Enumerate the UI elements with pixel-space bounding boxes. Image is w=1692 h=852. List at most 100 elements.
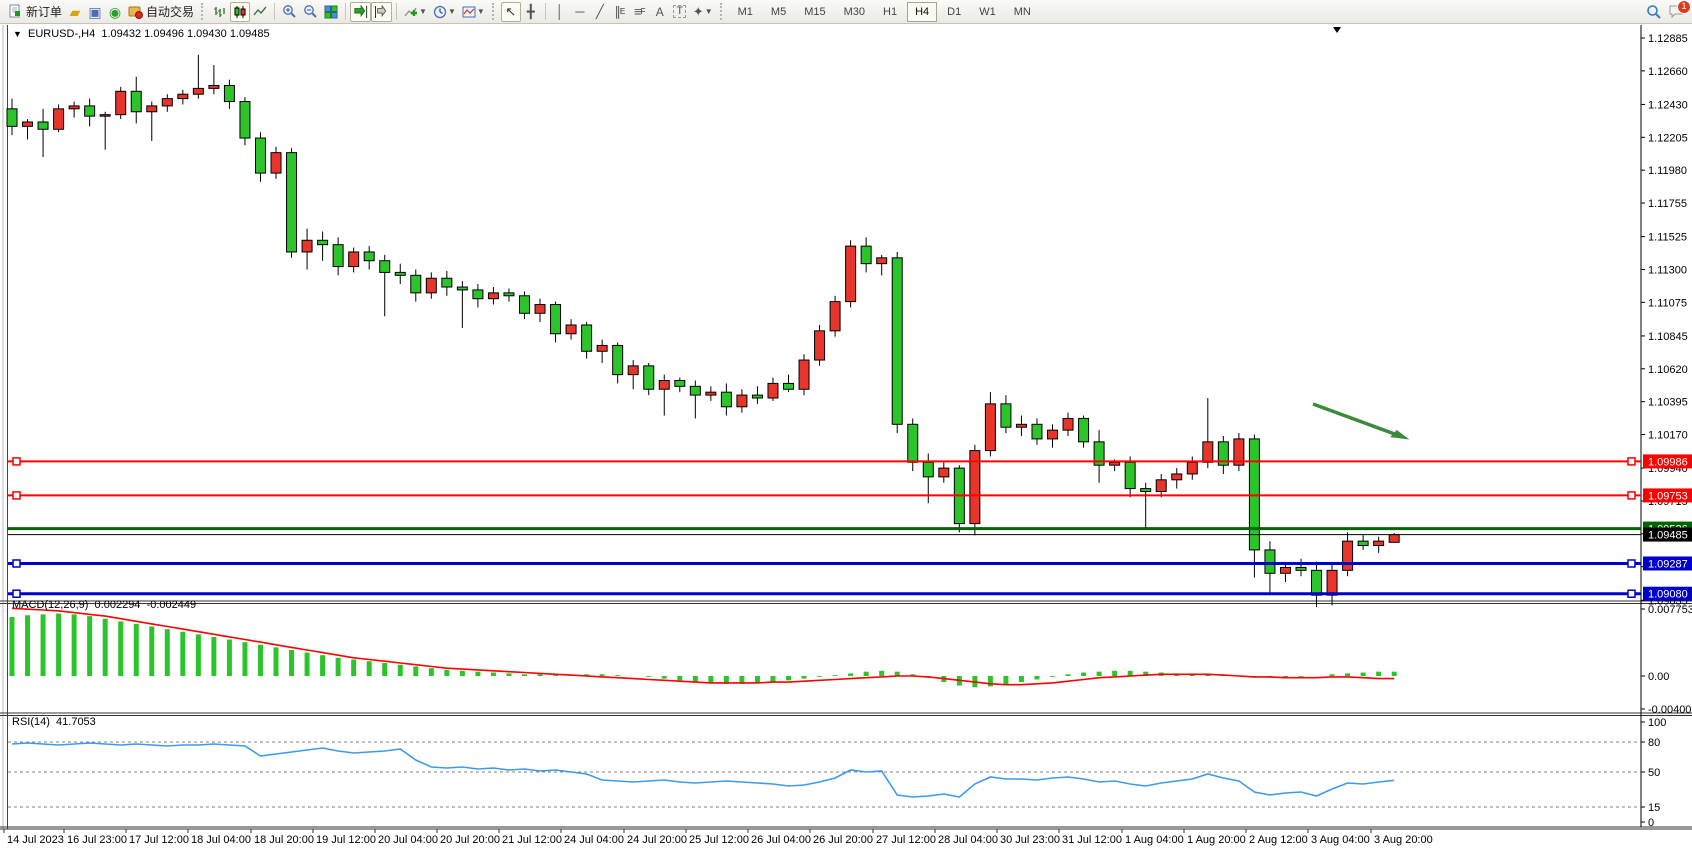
- price-tick-label: 1.11300: [1648, 264, 1687, 276]
- zoom-in-button[interactable]: [279, 2, 300, 22]
- candle: [178, 94, 188, 98]
- auto-scroll-button[interactable]: [350, 2, 371, 22]
- tab-mn[interactable]: MN: [1006, 2, 1039, 22]
- line-handle[interactable]: [13, 590, 20, 597]
- arrows-tool-button[interactable]: ✦▼: [690, 2, 716, 22]
- candle: [1374, 541, 1384, 545]
- time-axis[interactable]: 14 Jul 202316 Jul 23:0017 Jul 12:0018 Ju…: [4, 829, 1433, 846]
- candle: [768, 383, 778, 398]
- rsi-tick-label: 100: [1648, 717, 1666, 729]
- resistance-line-2[interactable]: 1.09753: [8, 488, 1692, 502]
- tab-w1[interactable]: W1: [971, 2, 1004, 22]
- macd-axis[interactable]: 0.0077530.00-0.004007: [1641, 604, 1692, 716]
- mt4-window: 新订单 ▰ ▣ ◉ 自动交易: [0, 0, 1692, 852]
- candle: [1156, 480, 1166, 492]
- chevron-down-icon: ▼: [419, 8, 427, 16]
- candle: [395, 272, 405, 275]
- candle: [706, 392, 716, 395]
- support-line-blue-1[interactable]: 1.09287: [8, 556, 1692, 570]
- tab-m30[interactable]: M30: [836, 2, 873, 22]
- cursor-button[interactable]: ↖: [501, 2, 521, 22]
- tab-h1[interactable]: H1: [875, 2, 905, 22]
- rsi-tick-label: 0: [1648, 817, 1654, 829]
- toolbar-drag-handle[interactable]: [492, 3, 497, 20]
- chart-shift-marker[interactable]: [1333, 27, 1341, 33]
- tab-m1[interactable]: M1: [730, 2, 761, 22]
- candle: [69, 106, 79, 109]
- candle: [1079, 418, 1089, 441]
- line-chart-button[interactable]: [250, 2, 270, 22]
- line-handle[interactable]: [13, 458, 20, 465]
- label-tool-button[interactable]: T: [670, 2, 690, 22]
- indicators-button[interactable]: ▼: [401, 2, 430, 22]
- candle: [426, 278, 436, 293]
- candle: [1296, 567, 1306, 570]
- candle: [1249, 439, 1259, 550]
- time-tick-label: 28 Jul 04:00: [938, 834, 998, 846]
- horizontal-line-button[interactable]: ─: [570, 2, 590, 22]
- resistance-line-1[interactable]: 1.09986: [8, 454, 1692, 468]
- price-tick-label: 1.10395: [1648, 397, 1688, 409]
- support-line-green[interactable]: 1.09526: [8, 522, 1692, 536]
- vertical-line-button[interactable]: │: [550, 2, 570, 22]
- periods-button[interactable]: ▼: [430, 2, 459, 22]
- crosshair-button[interactable]: ╋: [521, 2, 541, 22]
- candles-layer: [7, 55, 1399, 607]
- chart-shift-button[interactable]: [371, 2, 392, 22]
- navigator-icon: ◉: [109, 5, 121, 19]
- candlestick-chart-button[interactable]: [230, 2, 250, 22]
- notifications-button[interactable]: 1: [1665, 2, 1687, 22]
- profile-button[interactable]: ▰: [65, 2, 85, 22]
- trendline-button[interactable]: ╱: [590, 2, 610, 22]
- bar-chart-icon: [213, 5, 227, 19]
- terminal-button[interactable]: ▣: [85, 2, 105, 22]
- chart-dropdown-arrow[interactable]: ▼: [13, 29, 22, 39]
- zoom-out-button[interactable]: [300, 2, 321, 22]
- candle: [1312, 570, 1322, 595]
- candle: [54, 109, 64, 129]
- trend-arrow-annotation[interactable]: [1313, 404, 1409, 439]
- toolbar-drag-handle[interactable]: [720, 3, 725, 20]
- candle: [488, 293, 498, 299]
- candle: [193, 88, 203, 94]
- bar-chart-button[interactable]: [210, 2, 230, 22]
- text-tool-button[interactable]: A: [650, 2, 670, 22]
- support-line-blue-2[interactable]: 1.09080: [8, 587, 1692, 601]
- toolbar-drag-handle[interactable]: [201, 3, 206, 20]
- auto-trading-button[interactable]: 自动交易: [125, 2, 197, 22]
- line-handle[interactable]: [1628, 458, 1635, 465]
- macd-main-value: 0.002294: [95, 599, 141, 611]
- time-tick-label: 18 Jul 04:00: [191, 834, 251, 846]
- fibonacci-button[interactable]: ≡F: [630, 2, 650, 22]
- price-axis[interactable]: 1.128851.126601.124301.122051.119801.117…: [1641, 33, 1688, 607]
- rsi-axis[interactable]: 1008050150: [1641, 717, 1666, 829]
- candle: [644, 366, 654, 389]
- tab-h4[interactable]: H4: [907, 2, 937, 22]
- time-tick-label: 2 Aug 12:00: [1249, 834, 1308, 846]
- tile-windows-icon: [324, 5, 338, 19]
- line-handle[interactable]: [1628, 590, 1635, 597]
- tab-d1[interactable]: D1: [939, 2, 969, 22]
- line-handle[interactable]: [1628, 560, 1635, 567]
- line-handle[interactable]: [13, 492, 20, 499]
- cursor-icon: ↖: [505, 5, 516, 18]
- candle: [815, 331, 825, 360]
- chart-ohlc-values: 1.09432 1.09496 1.09430 1.09485: [101, 28, 269, 40]
- tile-windows-button[interactable]: [321, 2, 341, 22]
- time-tick-label: 3 Aug 20:00: [1374, 834, 1433, 846]
- price-flag-label: 1.09485: [1648, 530, 1688, 542]
- macd-name: MACD(12,26,9): [12, 599, 88, 611]
- channel-button[interactable]: ∥E: [610, 2, 630, 22]
- candle: [659, 380, 669, 389]
- candle: [1358, 541, 1368, 545]
- tab-m5[interactable]: M5: [763, 2, 794, 22]
- navigator-button[interactable]: ◉: [105, 2, 125, 22]
- chart-area[interactable]: 1.128851.126601.124301.122051.119801.117…: [0, 24, 1692, 852]
- search-button[interactable]: [1643, 2, 1665, 22]
- line-handle[interactable]: [13, 560, 20, 567]
- candle: [302, 240, 312, 252]
- tab-m15[interactable]: M15: [796, 2, 833, 22]
- templates-button[interactable]: ▼: [459, 2, 488, 22]
- line-handle[interactable]: [1628, 492, 1635, 499]
- new-order-button[interactable]: 新订单: [5, 2, 65, 22]
